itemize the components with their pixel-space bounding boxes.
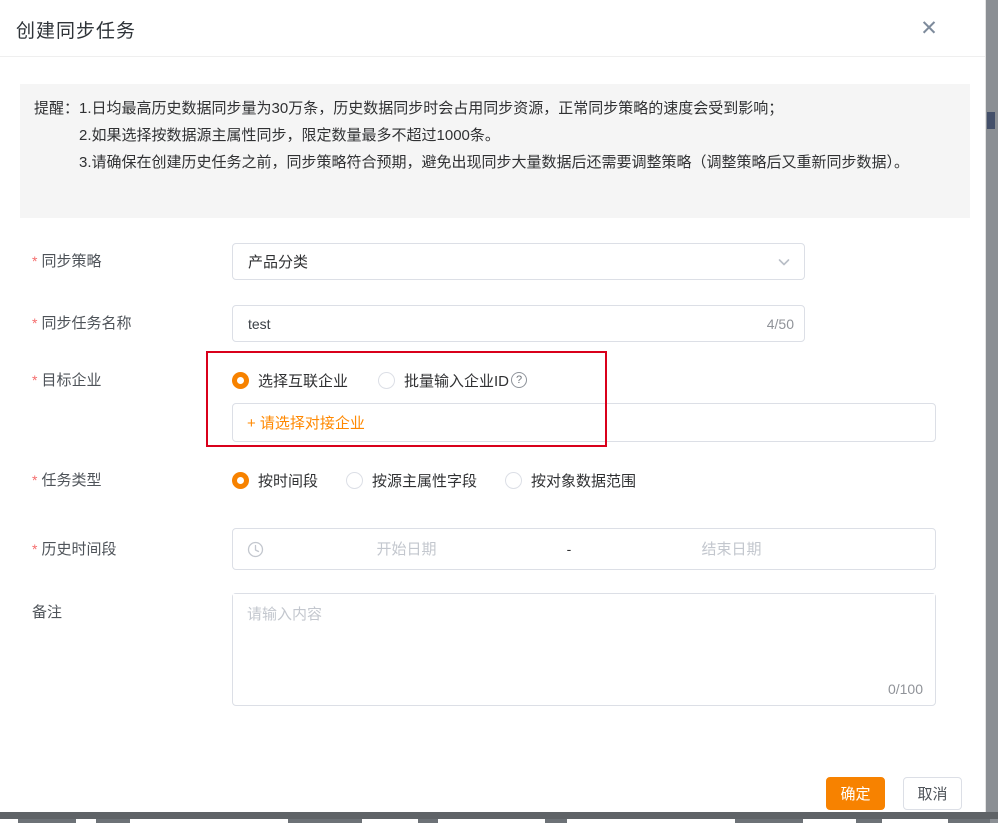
field-history-period: *历史时间段 -	[0, 528, 998, 570]
radio-by-object-data-range-label[interactable]: 按对象数据范围	[531, 470, 636, 491]
background-content-fragment	[96, 819, 130, 823]
background-content-fragment	[856, 819, 882, 823]
dialog-title: 创建同步任务	[16, 16, 136, 43]
start-date-input[interactable]	[264, 541, 549, 558]
clock-icon	[247, 541, 264, 558]
date-range-picker[interactable]: -	[232, 528, 936, 570]
task-name-input[interactable]	[248, 316, 752, 332]
remarks-label: 备注	[32, 599, 62, 627]
field-target-enterprise: *目标企业 选择互联企业 批量输入企业ID ? + 请选择对接企业	[0, 366, 998, 446]
notice-line-3: 3.请确保在创建历史任务之前，同步策略符合预期，避免出现同步大量数据后还需要调整…	[79, 149, 952, 176]
close-icon[interactable]: ✕	[915, 14, 943, 42]
end-date-input[interactable]	[589, 541, 874, 558]
remarks-textarea[interactable]	[233, 594, 935, 678]
task-name-counter: 4/50	[767, 316, 794, 332]
dialog-header: 创建同步任务 ✕	[0, 0, 985, 57]
required-asterisk: *	[32, 315, 37, 331]
notice-line-1: 1.日均最高历史数据同步量为30万条，历史数据同步时会占用同步资源，正常同步策略…	[79, 95, 952, 122]
history-period-label: *历史时间段	[32, 528, 116, 571]
radio-select-linked-enterprise[interactable]	[232, 372, 249, 389]
radio-batch-input-enterprise-id-label[interactable]: 批量输入企业ID	[404, 370, 509, 391]
target-enterprise-label: *目标企业	[32, 366, 101, 395]
field-task-name: *同步任务名称 4/50	[0, 305, 998, 342]
radio-by-time-period[interactable]	[232, 472, 249, 489]
radio-by-source-primary-attribute-label[interactable]: 按源主属性字段	[372, 470, 477, 491]
notice-lines: 1.日均最高历史数据同步量为30万条，历史数据同步时会占用同步资源，正常同步策略…	[79, 95, 952, 205]
radio-by-time-period-label[interactable]: 按时间段	[258, 470, 318, 491]
remarks-counter: 0/100	[888, 681, 923, 697]
notice-box: 提醒： 1.日均最高历史数据同步量为30万条，历史数据同步时会占用同步资源，正常…	[20, 84, 970, 218]
remarks-textarea-wrap: 0/100	[232, 593, 936, 706]
background-page-fragment	[987, 112, 995, 129]
create-sync-task-dialog: 创建同步任务 ✕ 提醒： 1.日均最高历史数据同步量为30万条，历史数据同步时会…	[0, 0, 998, 823]
select-partner-enterprise-link[interactable]: + 请选择对接企业	[247, 412, 365, 433]
task-name-label: *同步任务名称	[32, 305, 131, 342]
background-content-fragment	[418, 819, 438, 823]
background-content-fragment	[735, 819, 803, 823]
radio-by-object-data-range[interactable]	[505, 472, 522, 489]
chevron-down-icon	[776, 254, 792, 270]
required-asterisk: *	[32, 541, 37, 557]
radio-by-source-primary-attribute[interactable]	[346, 472, 363, 489]
background-content-fragment	[948, 819, 990, 823]
background-content-fragment	[18, 819, 76, 823]
background-content-fragment	[545, 819, 567, 823]
target-enterprise-radios: 选择互联企业 批量输入企业ID ?	[232, 366, 527, 394]
background-content-fragment	[288, 819, 362, 823]
help-icon[interactable]: ?	[511, 372, 527, 388]
task-type-label: *任务类型	[32, 466, 101, 495]
radio-select-linked-enterprise-label[interactable]: 选择互联企业	[258, 370, 348, 391]
task-type-radios: 按时间段 按源主属性字段 按对象数据范围	[232, 466, 636, 494]
confirm-button[interactable]: 确定	[826, 777, 885, 810]
required-asterisk: *	[32, 472, 37, 488]
required-asterisk: *	[32, 253, 37, 269]
field-remarks: 备注 0/100	[0, 593, 998, 706]
field-task-type: *任务类型 按时间段 按源主属性字段 按对象数据范围	[0, 466, 998, 494]
notice-line-2: 2.如果选择按数据源主属性同步，限定数量最多不超过1000条。	[79, 122, 952, 149]
task-name-input-wrap: 4/50	[232, 305, 805, 342]
notice-label: 提醒：	[34, 95, 79, 205]
enterprise-picker-box: + 请选择对接企业	[232, 403, 936, 442]
sync-strategy-select[interactable]: 产品分类	[232, 243, 805, 280]
required-asterisk: *	[32, 372, 37, 388]
background-bottom-edge	[0, 812, 998, 819]
cancel-button[interactable]: 取消	[903, 777, 962, 810]
radio-batch-input-enterprise-id[interactable]	[378, 372, 395, 389]
sync-strategy-label: *同步策略	[32, 243, 101, 280]
field-sync-strategy: *同步策略 产品分类	[0, 243, 998, 280]
sync-strategy-selected-value: 产品分类	[248, 251, 776, 272]
date-range-separator: -	[549, 541, 589, 557]
